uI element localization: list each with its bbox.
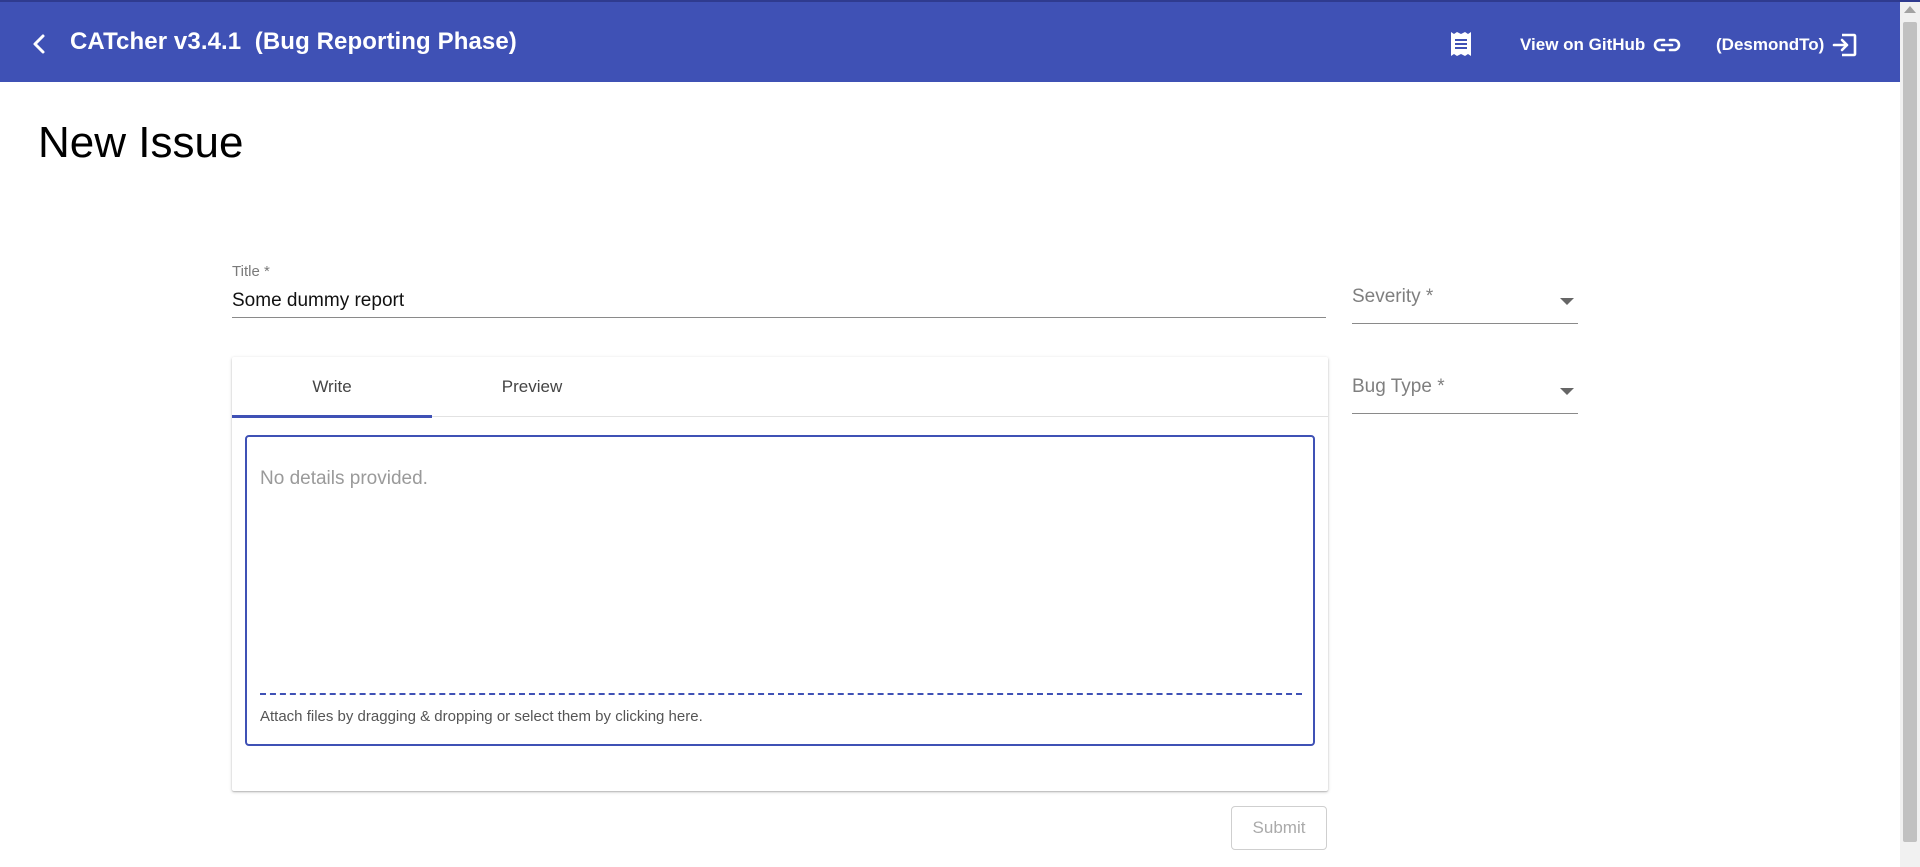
severity-underline bbox=[1352, 323, 1578, 324]
editor-tabs: Write Preview bbox=[232, 357, 1328, 418]
tab-preview-label: Preview bbox=[501, 377, 563, 396]
arrow-back-icon bbox=[33, 34, 45, 54]
github-link-label: View on GitHub bbox=[1520, 35, 1646, 54]
scroll-up-arrow[interactable] bbox=[1904, 6, 1916, 13]
description-editor[interactable]: No details provided. Attach files by dra… bbox=[245, 435, 1315, 746]
username-label: (DesmondTo) bbox=[1716, 35, 1825, 54]
attach-files-dropzone[interactable]: Attach files by dragging & dropping or s… bbox=[260, 708, 703, 725]
app-title: CATcher v3.4.1 (Bug Reporting Phase) bbox=[70, 28, 517, 55]
title-input[interactable] bbox=[232, 286, 1326, 316]
bug-type-select[interactable]: Bug Type * bbox=[1352, 364, 1578, 414]
app-toolbar: CATcher v3.4.1 (Bug Reporting Phase) Vie… bbox=[0, 2, 1900, 82]
title-field-label: Title * bbox=[232, 263, 270, 280]
dropzone-divider bbox=[260, 693, 1302, 695]
page-title: New Issue bbox=[38, 118, 244, 167]
scrollbar-thumb[interactable] bbox=[1903, 22, 1917, 842]
tab-write-label: Write bbox=[312, 377, 352, 396]
tab-write[interactable]: Write bbox=[232, 357, 432, 418]
logout-button[interactable]: (DesmondTo) bbox=[1716, 32, 1858, 58]
bug-type-label: Bug Type * bbox=[1352, 376, 1445, 397]
description-card: Write Preview No details provided. Attac… bbox=[232, 357, 1328, 791]
view-on-github-link[interactable]: View on GitHub bbox=[1520, 32, 1681, 58]
tab-preview[interactable]: Preview bbox=[432, 357, 632, 417]
logout-icon bbox=[1832, 33, 1857, 57]
severity-label: Severity * bbox=[1352, 286, 1434, 307]
back-button[interactable] bbox=[24, 26, 54, 62]
title-field: Title * bbox=[232, 260, 1326, 318]
bug-type-underline bbox=[1352, 413, 1578, 414]
severity-select[interactable]: Severity * bbox=[1352, 274, 1578, 324]
description-placeholder: No details provided. bbox=[260, 468, 428, 489]
link-icon bbox=[1654, 38, 1681, 52]
changelog-button[interactable] bbox=[1448, 30, 1474, 58]
submit-button[interactable]: Submit bbox=[1231, 806, 1327, 850]
title-underline bbox=[232, 317, 1326, 318]
receipt-icon bbox=[1451, 32, 1471, 56]
chevron-down-icon bbox=[1560, 388, 1574, 395]
chevron-down-icon bbox=[1560, 298, 1574, 305]
